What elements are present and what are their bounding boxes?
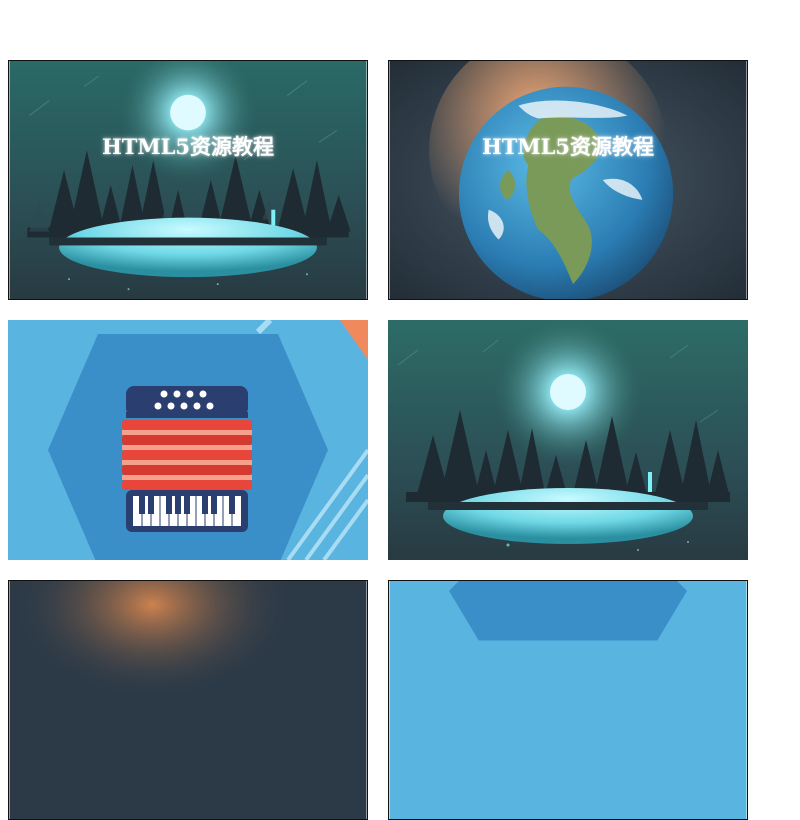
gallery-tile-accordion-2[interactable]	[388, 580, 748, 820]
gallery-tile-earth[interactable]: HTML5资源教程	[388, 60, 748, 300]
gallery-tile-accordion[interactable]	[8, 320, 368, 560]
gallery-tile-earth-2[interactable]	[8, 580, 368, 820]
accordion-scene-image	[389, 581, 747, 819]
forest-scene-image	[9, 61, 367, 299]
earth-scene-image	[389, 61, 747, 299]
forest-scene-image	[388, 320, 748, 560]
accordion-scene-image	[8, 320, 368, 560]
gallery-tile-forest[interactable]: HTML5资源教程	[8, 60, 368, 300]
earth-scene-image	[9, 581, 367, 819]
gallery-tile-forest-2[interactable]	[388, 320, 748, 560]
thumbnail-gallery: HTML5资源教程 HTML5资源教程	[0, 0, 800, 820]
tile-caption: HTML5资源教程	[481, 134, 655, 159]
tile-caption: HTML5资源教程	[101, 134, 275, 159]
